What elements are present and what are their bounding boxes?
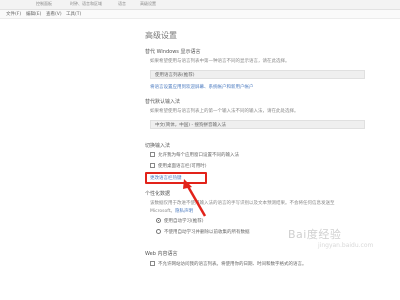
annotation-arrow: [183, 179, 207, 217]
watermark-url: jingyan.baidu.com: [318, 242, 374, 249]
arrow-head: [183, 179, 192, 189]
arrow-shaft: [184, 182, 207, 217]
watermark-logo: Bai度经验: [288, 228, 342, 241]
